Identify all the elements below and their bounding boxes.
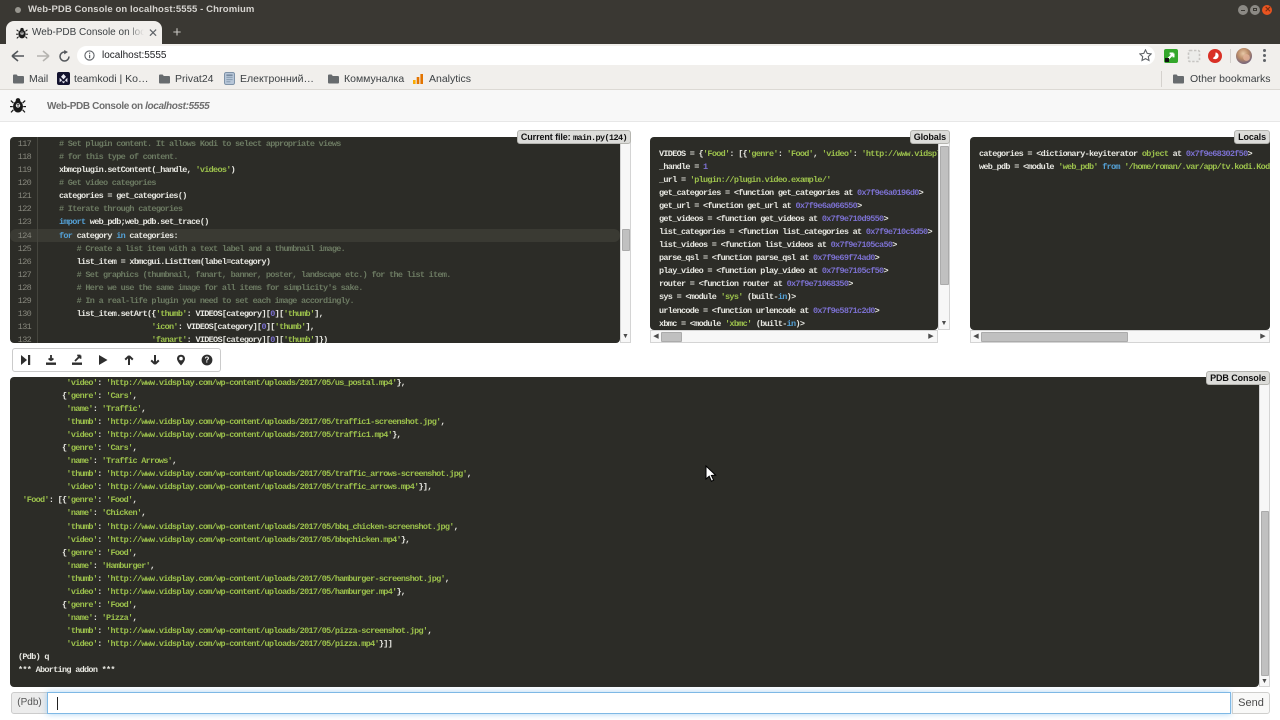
svg-text:T: T <box>17 103 20 108</box>
svg-text:?: ? <box>205 356 210 365</box>
